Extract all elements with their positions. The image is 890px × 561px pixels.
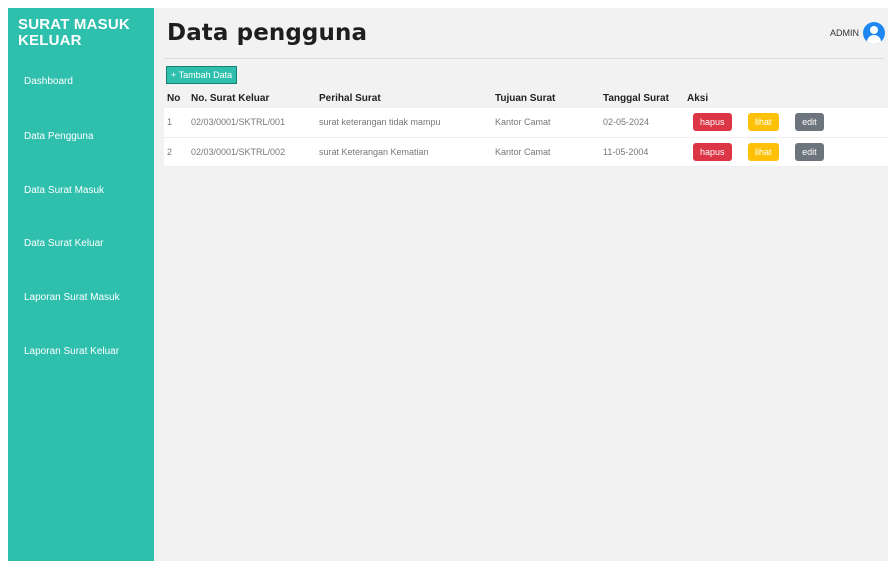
sidebar-item-laporan-surat-masuk[interactable]: Laporan Surat Masuk [8, 289, 154, 307]
col-header-aksi: Aksi [687, 92, 709, 104]
brand-title: SURAT MASUK KELUAR [18, 16, 130, 49]
cell-nomor: 02/03/0001/SKTRL/002 [188, 137, 316, 167]
col-header-no: No [167, 92, 181, 104]
table-header-row: No No. Surat Keluar Perihal Surat Tujuan… [164, 88, 888, 108]
cell-perihal: surat keterangan tidak mampu [316, 108, 492, 138]
cell-tanggal: 11-05-2004 [600, 137, 684, 167]
table-row: 2 02/03/0001/SKTRL/002 surat Keterangan … [164, 137, 888, 167]
user-menu[interactable]: ADMIN [830, 22, 885, 44]
view-button[interactable]: lihat [748, 113, 779, 132]
col-header-tanggal: Tanggal Surat [603, 92, 669, 104]
sidebar-item-dashboard[interactable]: Dashboard [8, 73, 154, 91]
user-circle-icon[interactable] [863, 22, 885, 44]
user-name: ADMIN [830, 28, 859, 38]
header-divider [164, 58, 884, 59]
cell-tujuan: Kantor Camat [492, 137, 600, 167]
sidebar: SURAT MASUK KELUAR Dashboard Data Penggu… [8, 8, 154, 561]
cell-actions: hapus lihat edit [684, 137, 888, 167]
cell-tanggal: 02-05-2024 [600, 108, 684, 138]
letters-table: No No. Surat Keluar Perihal Surat Tujuan… [164, 88, 888, 167]
sidebar-item-data-pengguna[interactable]: Data Pengguna [8, 128, 154, 146]
add-data-button[interactable]: + Tambah Data [166, 66, 238, 84]
edit-button[interactable]: edit [795, 113, 824, 132]
edit-button[interactable]: edit [795, 142, 824, 161]
app-frame: SURAT MASUK KELUAR Dashboard Data Penggu… [8, 8, 888, 561]
cell-no: 2 [164, 137, 188, 167]
col-header-nomor: No. Surat Keluar [191, 92, 270, 104]
cell-perihal: surat Keterangan Kematian [316, 137, 492, 167]
cell-no: 1 [164, 108, 188, 138]
table-row: 1 02/03/0001/SKTRL/001 surat keterangan … [164, 108, 888, 138]
col-header-tujuan: Tujuan Surat [495, 92, 556, 104]
page-title: Data pengguna [167, 20, 368, 46]
cell-nomor: 02/03/0001/SKTRL/001 [188, 108, 316, 138]
delete-button[interactable]: hapus [693, 113, 732, 132]
sidebar-item-data-surat-masuk[interactable]: Data Surat Masuk [8, 182, 154, 200]
sidebar-item-laporan-surat-keluar[interactable]: Laporan Surat Keluar [8, 343, 154, 361]
cell-tujuan: Kantor Camat [492, 108, 600, 138]
delete-button[interactable]: hapus [693, 142, 732, 161]
view-button[interactable]: lihat [748, 142, 779, 161]
col-header-perihal: Perihal Surat [319, 92, 381, 104]
sidebar-item-data-surat-keluar[interactable]: Data Surat Keluar [8, 235, 154, 253]
cell-actions: hapus lihat edit [684, 108, 888, 138]
